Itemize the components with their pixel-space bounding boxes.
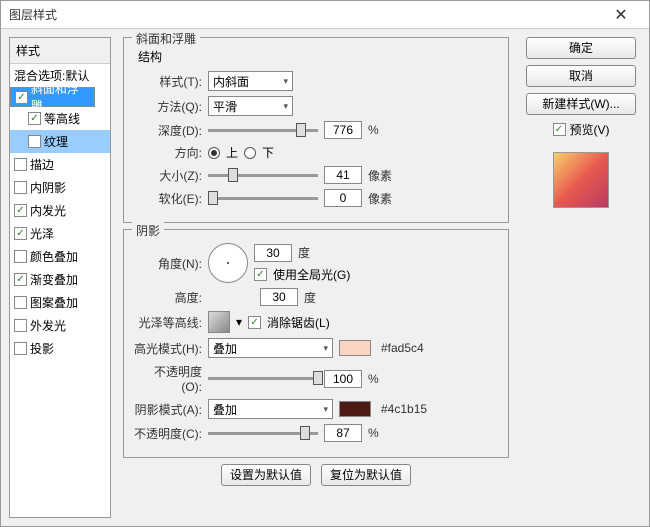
checkbox-icon[interactable]: [14, 250, 27, 263]
soften-label: 软化(E):: [134, 190, 202, 207]
style-drop-shadow[interactable]: 投影: [10, 337, 110, 360]
styles-header: 样式: [10, 38, 110, 64]
style-label: 样式(T):: [134, 73, 202, 90]
styles-list: 样式 混合选项:默认 斜面和浮雕 等高线 纹理 描边 内阴影 内发光 光泽 颜色…: [9, 37, 111, 518]
highlight-opacity-input[interactable]: 100: [324, 370, 362, 388]
style-pattern-overlay[interactable]: 图案叠加: [10, 291, 110, 314]
style-outer-glow[interactable]: 外发光: [10, 314, 110, 337]
style-contour[interactable]: 等高线: [10, 107, 110, 130]
new-style-button[interactable]: 新建样式(W)...: [526, 93, 636, 115]
checkbox-icon[interactable]: [14, 273, 27, 286]
size-slider[interactable]: [208, 166, 318, 184]
size-input[interactable]: 41: [324, 166, 362, 184]
style-bevel[interactable]: 斜面和浮雕: [10, 87, 95, 107]
style-color-overlay[interactable]: 颜色叠加: [10, 245, 110, 268]
highlight-mode-select[interactable]: 叠加▾: [208, 338, 333, 358]
checkbox-icon[interactable]: [14, 227, 27, 240]
depth-input[interactable]: 776: [324, 121, 362, 139]
highlight-hex: #fad5c4: [381, 341, 424, 355]
ok-button[interactable]: 确定: [526, 37, 636, 59]
depth-slider[interactable]: [208, 121, 318, 139]
global-light-checkbox[interactable]: [254, 268, 267, 281]
style-gradient-overlay[interactable]: 渐变叠加: [10, 268, 110, 291]
close-icon[interactable]: ✕: [601, 2, 641, 28]
size-label: 大小(Z):: [134, 167, 202, 184]
preview-label: 预览(V): [570, 121, 610, 138]
chevron-down-icon[interactable]: ▾: [236, 315, 242, 329]
bevel-group: 斜面和浮雕 结构 样式(T):内斜面▾ 方法(Q):平滑▾ 深度(D):776%…: [123, 37, 509, 223]
style-select[interactable]: 内斜面▾: [208, 71, 293, 91]
altitude-input[interactable]: 30: [260, 288, 298, 306]
direction-label: 方向:: [134, 144, 202, 161]
altitude-label: 高度:: [134, 289, 202, 306]
titlebar: 图层样式 ✕: [1, 1, 649, 29]
depth-label: 深度(D):: [134, 122, 202, 139]
shadow-opacity-input[interactable]: 87: [324, 424, 362, 442]
right-panel: 确定 取消 新建样式(W)... 预览(V): [521, 37, 641, 518]
group-label: 阴影: [132, 222, 164, 239]
shadow-mode-select[interactable]: 叠加▾: [208, 399, 333, 419]
reset-default-button[interactable]: 复位为默认值: [321, 464, 411, 486]
checkbox-icon[interactable]: [14, 204, 27, 217]
shadow-group: 阴影 角度(N): 30度 使用全局光(G) 高度:30度 光泽等高线:▾消除锯…: [123, 229, 509, 458]
technique-select[interactable]: 平滑▾: [208, 96, 293, 116]
layer-style-dialog: 图层样式 ✕ 样式 混合选项:默认 斜面和浮雕 等高线 纹理 描边 内阴影 内发…: [0, 0, 650, 527]
checkbox-icon[interactable]: [14, 181, 27, 194]
checkbox-icon[interactable]: [14, 342, 27, 355]
style-texture[interactable]: 纹理: [10, 130, 110, 153]
style-inner-shadow[interactable]: 内阴影: [10, 176, 110, 199]
angle-dial[interactable]: [208, 243, 248, 283]
soften-slider[interactable]: [208, 189, 318, 207]
style-stroke[interactable]: 描边: [10, 153, 110, 176]
structure-label: 结构: [138, 48, 498, 65]
style-satin[interactable]: 光泽: [10, 222, 110, 245]
preview-swatch: [553, 152, 609, 208]
dialog-title: 图层样式: [9, 6, 601, 23]
settings-panel: 斜面和浮雕 结构 样式(T):内斜面▾ 方法(Q):平滑▾ 深度(D):776%…: [119, 37, 513, 518]
chevron-down-icon: ▾: [283, 101, 288, 112]
shadow-color-swatch[interactable]: [339, 401, 371, 417]
group-label: 斜面和浮雕: [132, 30, 200, 47]
checkbox-icon[interactable]: [28, 112, 41, 125]
soften-input[interactable]: 0: [324, 189, 362, 207]
radio-down[interactable]: [244, 147, 256, 159]
highlight-mode-label: 高光模式(H):: [134, 340, 202, 357]
gloss-contour-label: 光泽等高线:: [134, 314, 202, 331]
style-inner-glow[interactable]: 内发光: [10, 199, 110, 222]
checkbox-icon[interactable]: [28, 135, 41, 148]
highlight-opacity-label: 不透明度(O):: [134, 363, 202, 394]
technique-label: 方法(Q):: [134, 98, 202, 115]
shadow-opacity-slider[interactable]: [208, 424, 318, 442]
chevron-down-icon: ▾: [283, 76, 288, 87]
checkbox-icon[interactable]: [14, 319, 27, 332]
cancel-button[interactable]: 取消: [526, 65, 636, 87]
checkbox-icon[interactable]: [15, 91, 28, 104]
make-default-button[interactable]: 设置为默认值: [221, 464, 311, 486]
shadow-hex: #4c1b15: [381, 402, 427, 416]
chevron-down-icon: ▾: [323, 343, 328, 354]
highlight-color-swatch[interactable]: [339, 340, 371, 356]
shadow-opacity-label: 不透明度(C):: [134, 425, 202, 442]
shadow-mode-label: 阴影模式(A):: [134, 401, 202, 418]
contour-picker[interactable]: [208, 311, 230, 333]
chevron-down-icon: ▾: [323, 404, 328, 415]
angle-label: 角度(N):: [134, 255, 202, 272]
angle-input[interactable]: 30: [254, 244, 292, 262]
radio-up[interactable]: [208, 147, 220, 159]
antialias-checkbox[interactable]: [248, 316, 261, 329]
checkbox-icon[interactable]: [14, 158, 27, 171]
preview-checkbox[interactable]: [553, 123, 566, 136]
highlight-opacity-slider[interactable]: [208, 370, 318, 388]
checkbox-icon[interactable]: [14, 296, 27, 309]
